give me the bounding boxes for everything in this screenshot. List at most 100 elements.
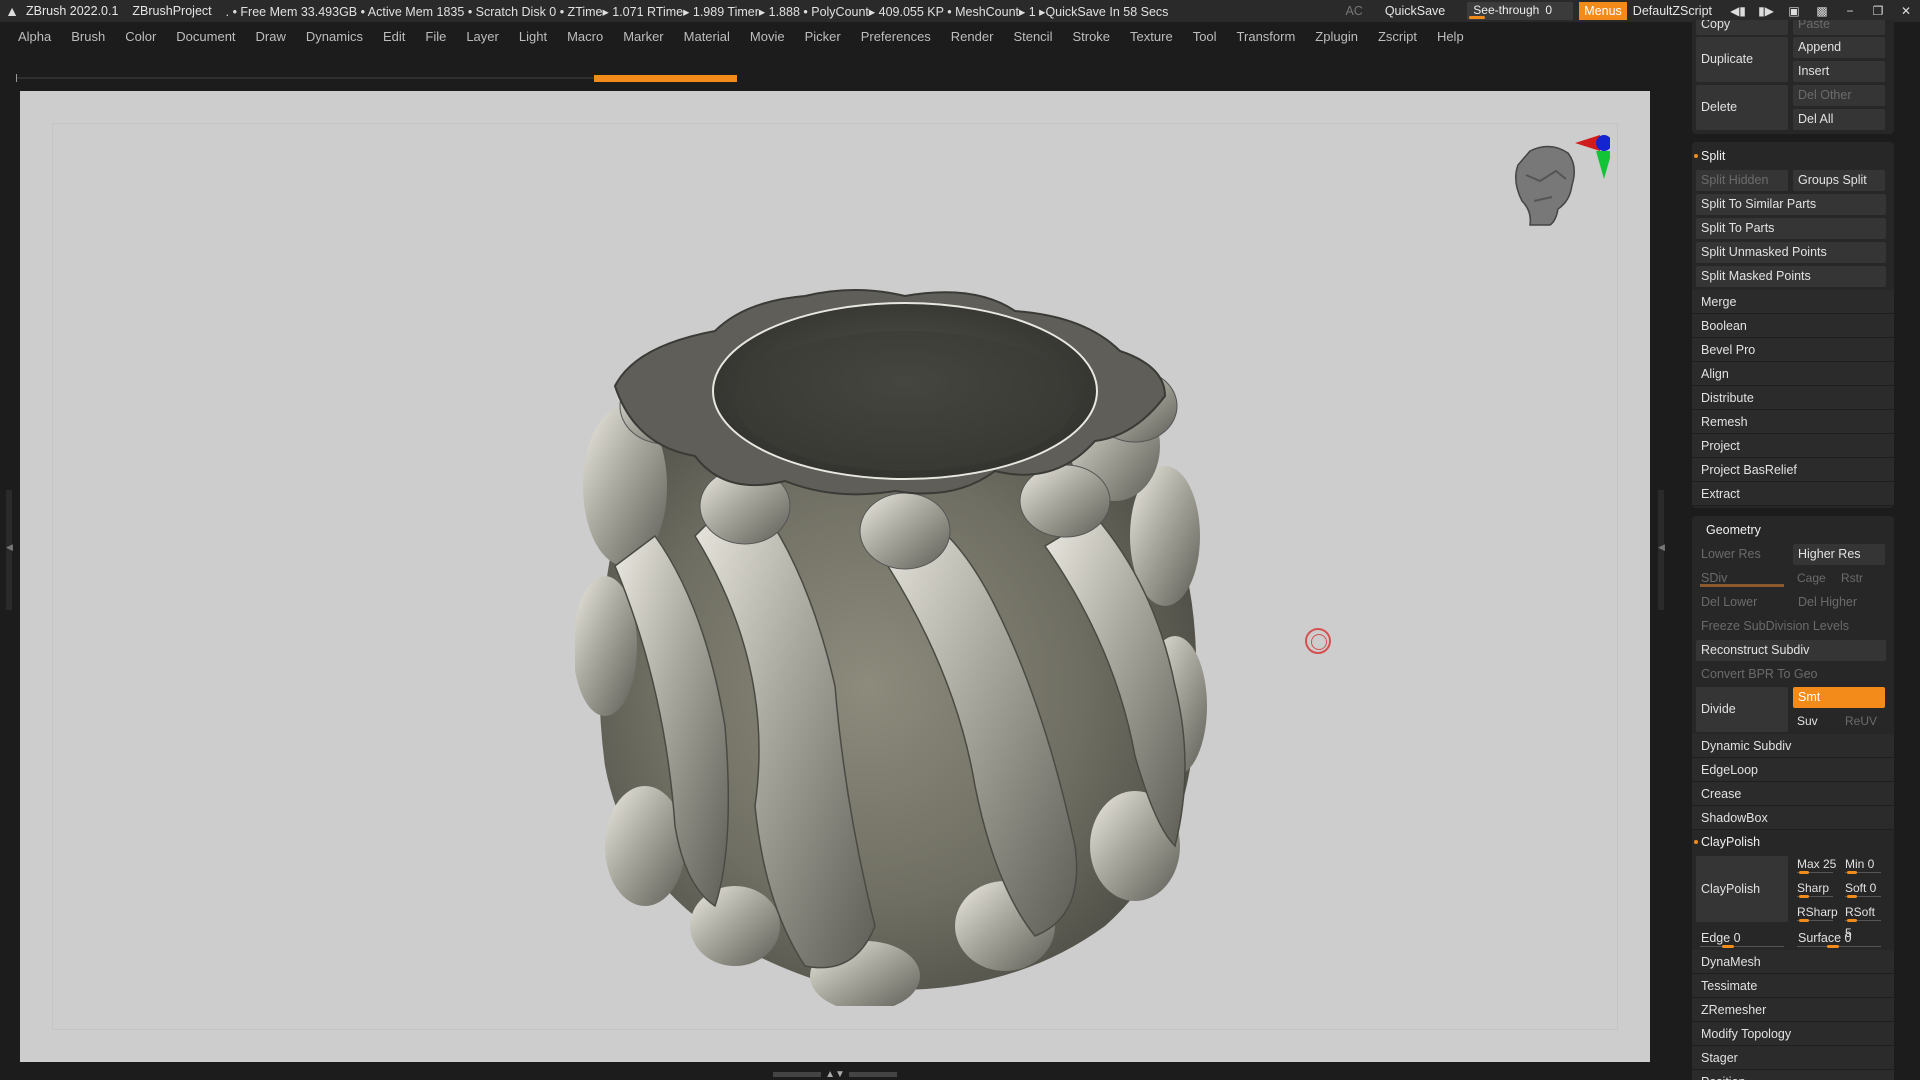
- split-masked-points-button[interactable]: Split Masked Points: [1696, 265, 1886, 287]
- ui-layout-icon[interactable]: ▩: [1808, 4, 1836, 18]
- menu-movie[interactable]: Movie: [740, 29, 795, 44]
- claypolish-header[interactable]: ClayPolish: [1692, 830, 1894, 854]
- reconstruct-subdiv-button[interactable]: Reconstruct Subdiv: [1696, 639, 1886, 661]
- menu-stencil[interactable]: Stencil: [1003, 29, 1062, 44]
- ui-swatch-icon[interactable]: ▣: [1780, 4, 1808, 18]
- menu-tool[interactable]: Tool: [1183, 29, 1227, 44]
- menu-material[interactable]: Material: [674, 29, 740, 44]
- document-canvas[interactable]: [20, 91, 1650, 1062]
- menu-file[interactable]: File: [415, 29, 456, 44]
- divide-button[interactable]: Divide: [1696, 687, 1788, 732]
- project-subpalette[interactable]: Project: [1692, 434, 1894, 458]
- split-to-similar-parts-button[interactable]: Split To Similar Parts: [1696, 193, 1886, 215]
- geometry-header[interactable]: Geometry: [1692, 518, 1894, 542]
- convert-bpr-button[interactable]: Convert BPR To Geo: [1696, 664, 1886, 685]
- soft-slider-knob[interactable]: [1847, 895, 1857, 898]
- tessimate-subpalette[interactable]: Tessimate: [1692, 974, 1894, 998]
- max-slider[interactable]: Max 25: [1793, 854, 1837, 875]
- split-hidden-button[interactable]: Split Hidden: [1696, 169, 1788, 191]
- edge-slider-knob[interactable]: [1722, 944, 1734, 948]
- freeze-subdivision-button[interactable]: Freeze SubDivision Levels: [1696, 616, 1886, 637]
- ui-layout-left-icon[interactable]: ◀▮: [1724, 4, 1752, 18]
- split-header[interactable]: Split: [1692, 144, 1894, 168]
- restore-icon[interactable]: ❐: [1864, 4, 1892, 18]
- remesh-subpalette[interactable]: Remesh: [1692, 410, 1894, 434]
- close-icon[interactable]: ✕: [1892, 4, 1920, 18]
- max-slider-knob[interactable]: [1799, 871, 1809, 874]
- rsoft-slider-knob[interactable]: [1847, 919, 1857, 922]
- bottom-tray-grip[interactable]: ▲▼: [770, 1068, 900, 1080]
- crease-subpalette[interactable]: Crease: [1692, 782, 1894, 806]
- copy-button[interactable]: Copy: [1696, 20, 1788, 35]
- claypolish-button[interactable]: ClayPolish: [1696, 856, 1788, 922]
- surface-slider[interactable]: Surface 0: [1793, 928, 1885, 949]
- align-subpalette[interactable]: Align: [1692, 362, 1894, 386]
- del-other-button[interactable]: Del Other: [1793, 85, 1885, 106]
- sharp-slider[interactable]: Sharp: [1793, 878, 1837, 899]
- zbrush-logo-icon[interactable]: ▲: [4, 3, 20, 19]
- dynamic-subdiv-subpalette[interactable]: Dynamic Subdiv: [1692, 734, 1894, 758]
- default-zscript-button[interactable]: DefaultZScript: [1633, 4, 1712, 18]
- min-slider-knob[interactable]: [1847, 871, 1857, 874]
- orientation-gyro-head[interactable]: [1500, 121, 1610, 241]
- menu-dynamics[interactable]: Dynamics: [296, 29, 373, 44]
- ac-button[interactable]: AC: [1345, 4, 1362, 18]
- menu-picker[interactable]: Picker: [795, 29, 851, 44]
- ui-layout-right-icon[interactable]: ▮▶: [1752, 4, 1780, 18]
- distribute-subpalette[interactable]: Distribute: [1692, 386, 1894, 410]
- right-tray-grip[interactable]: ◀: [1658, 490, 1665, 610]
- smt-toggle[interactable]: Smt: [1793, 687, 1885, 708]
- min-slider[interactable]: Min 0: [1841, 854, 1885, 875]
- del-lower-button[interactable]: Del Lower: [1696, 592, 1788, 613]
- paste-button[interactable]: Paste: [1793, 20, 1885, 35]
- dynamesh-subpalette[interactable]: DynaMesh: [1692, 950, 1894, 974]
- insert-button[interactable]: Insert: [1793, 61, 1885, 82]
- delete-button[interactable]: Delete: [1696, 85, 1788, 130]
- surface-slider-knob[interactable]: [1827, 944, 1839, 948]
- menu-preferences[interactable]: Preferences: [851, 29, 941, 44]
- menu-texture[interactable]: Texture: [1120, 29, 1183, 44]
- rsharp-slider-knob[interactable]: [1799, 919, 1809, 922]
- del-higher-button[interactable]: Del Higher: [1793, 592, 1885, 613]
- cage-button[interactable]: Cage: [1793, 568, 1837, 589]
- sculpted-vase-model[interactable]: [575, 286, 1225, 1006]
- edge-slider[interactable]: Edge 0: [1696, 928, 1788, 949]
- reuv-toggle[interactable]: ReUV: [1841, 711, 1885, 732]
- menu-alpha[interactable]: Alpha: [8, 29, 61, 44]
- shadowbox-subpalette[interactable]: ShadowBox: [1692, 806, 1894, 830]
- menu-brush[interactable]: Brush: [61, 29, 115, 44]
- split-unmasked-points-button[interactable]: Split Unmasked Points: [1696, 241, 1886, 263]
- duplicate-button[interactable]: Duplicate: [1696, 37, 1788, 82]
- menu-draw[interactable]: Draw: [246, 29, 296, 44]
- left-tray-grip[interactable]: ◀: [6, 490, 13, 610]
- menu-stroke[interactable]: Stroke: [1062, 29, 1120, 44]
- position-subpalette[interactable]: Position: [1692, 1070, 1894, 1080]
- menu-macro[interactable]: Macro: [557, 29, 613, 44]
- stager-subpalette[interactable]: Stager: [1692, 1046, 1894, 1070]
- menu-document[interactable]: Document: [166, 29, 245, 44]
- menu-render[interactable]: Render: [941, 29, 1004, 44]
- menu-edit[interactable]: Edit: [373, 29, 415, 44]
- project-basrelief-subpalette[interactable]: Project BasRelief: [1692, 458, 1894, 482]
- del-all-button[interactable]: Del All: [1793, 109, 1885, 130]
- tab-active-indicator[interactable]: [594, 75, 737, 82]
- append-button[interactable]: Append: [1793, 37, 1885, 58]
- bevel-pro-subpalette[interactable]: Bevel Pro: [1692, 338, 1894, 362]
- lower-res-button[interactable]: Lower Res: [1696, 544, 1788, 565]
- groups-split-button[interactable]: Groups Split: [1793, 169, 1885, 191]
- merge-subpalette[interactable]: Merge: [1692, 290, 1894, 314]
- higher-res-button[interactable]: Higher Res: [1793, 543, 1885, 565]
- rsoft-slider[interactable]: RSoft 5: [1841, 902, 1885, 940]
- rstr-button[interactable]: Rstr: [1837, 568, 1881, 589]
- minimize-icon[interactable]: −: [1836, 4, 1864, 18]
- soft-slider[interactable]: Soft 0: [1841, 878, 1885, 899]
- zremesher-subpalette[interactable]: ZRemesher: [1692, 998, 1894, 1022]
- menu-zplugin[interactable]: Zplugin: [1305, 29, 1368, 44]
- edgeloop-subpalette[interactable]: EdgeLoop: [1692, 758, 1894, 782]
- menu-marker[interactable]: Marker: [613, 29, 673, 44]
- menu-light[interactable]: Light: [509, 29, 557, 44]
- quicksave-button[interactable]: QuickSave: [1385, 4, 1445, 18]
- see-through-knob[interactable]: [1469, 16, 1486, 19]
- extract-subpalette[interactable]: Extract: [1692, 482, 1894, 506]
- suv-toggle[interactable]: Suv: [1793, 711, 1837, 732]
